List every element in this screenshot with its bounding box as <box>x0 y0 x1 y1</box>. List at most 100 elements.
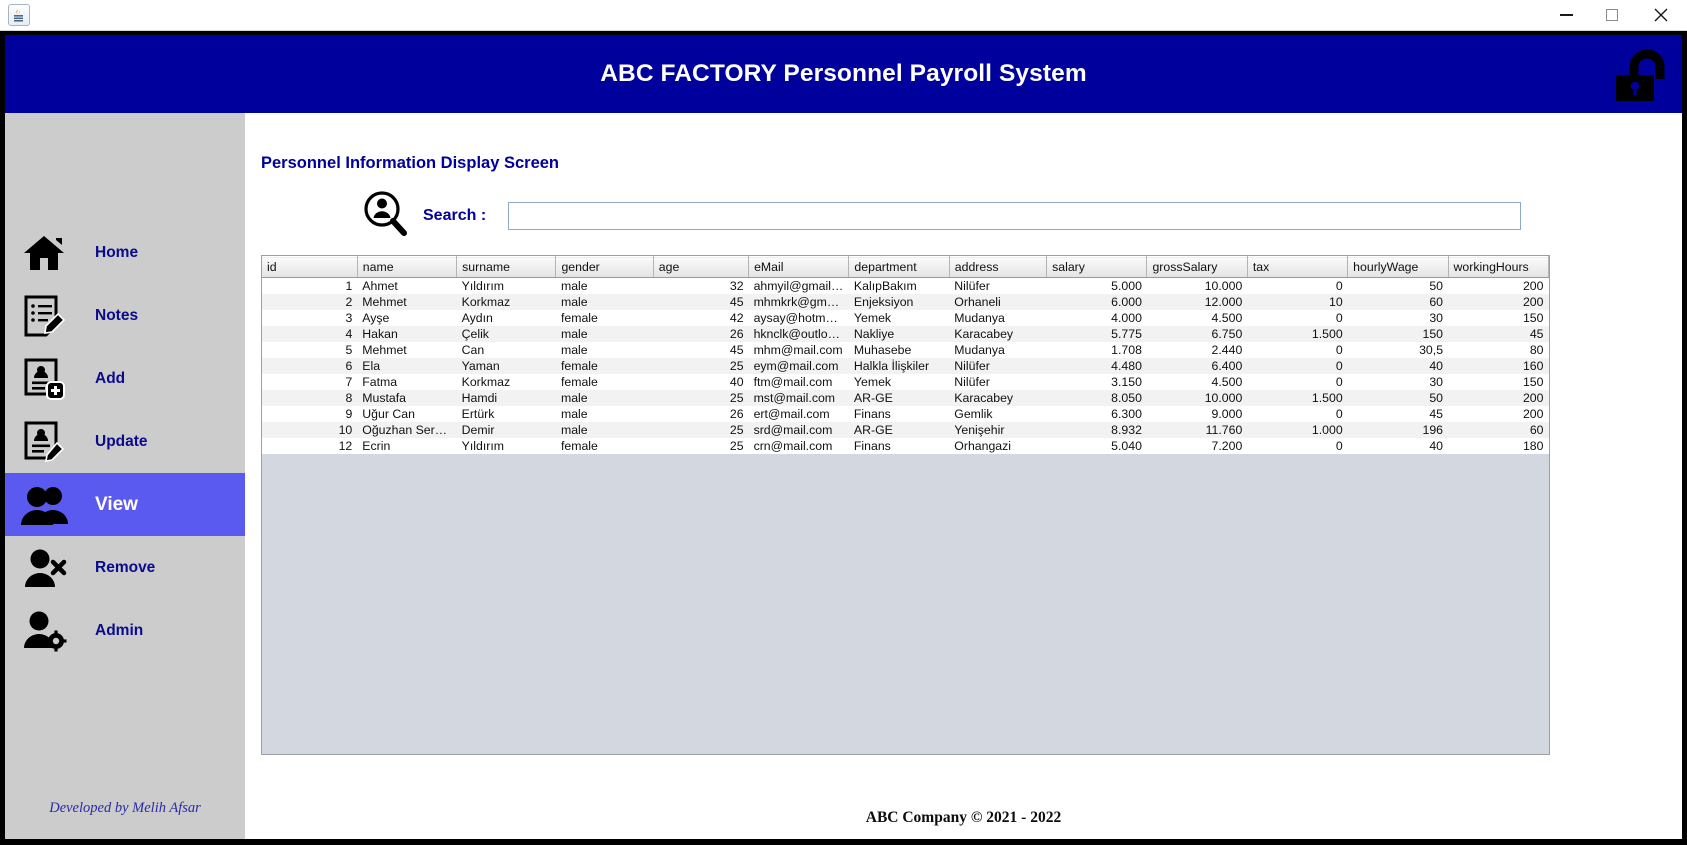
table-row[interactable]: 7 Fatma Korkmaz female 40 ftm@mail.com Yemek Ni… <box>262 374 1549 390</box>
cell-gender: female <box>560 439 598 453</box>
close-icon <box>1654 8 1668 22</box>
table-row[interactable]: 4 Hakan Çelik male 26 hknclk@outlook... Nakliy… <box>262 326 1549 342</box>
sidebar-item-notes[interactable]: Notes <box>5 284 245 347</box>
cell-department: Enjeksiyon <box>853 295 914 309</box>
cell-grossSalary: 4.500 <box>1211 311 1243 325</box>
cell-name: Fatma <box>362 375 398 389</box>
cell-hourlyWage: 45 <box>1429 407 1444 421</box>
cell-id: 6 <box>345 359 353 373</box>
sidebar-item-home[interactable]: Home <box>5 221 245 284</box>
table-header-tax[interactable]: tax <box>1247 256 1349 278</box>
sidebar-item-add[interactable]: Add <box>5 347 245 410</box>
table-row[interactable]: 2 Mehmet Korkmaz male 45 mhmkrk@gmail... Enjek… <box>262 294 1549 310</box>
cell-name: Mehmet <box>362 343 407 357</box>
cell-salary: 1.708 <box>1111 343 1142 357</box>
minimize-icon <box>1559 14 1573 16</box>
cell-surname: Yıldırım <box>461 279 504 293</box>
table-header-surname[interactable]: surname <box>456 256 557 278</box>
sidebar-item-admin[interactable]: Admin <box>5 599 245 662</box>
person-search-icon[interactable] <box>361 189 409 242</box>
cell-eMail: mhmkrk@gmail... <box>753 295 849 309</box>
cell-id: 4 <box>345 327 353 341</box>
sidebar-item-label: Admin <box>95 621 144 639</box>
cell-gender: male <box>560 407 588 421</box>
cell-age: 25 <box>729 423 744 437</box>
cell-tax: 0 <box>1335 343 1343 357</box>
table-row[interactable]: 5 Mehmet Can male 45 mhm@mail.com Muhasebe Muda… <box>262 342 1549 358</box>
notes-edit-icon <box>15 295 73 337</box>
cell-gender: female <box>560 359 598 373</box>
content-area: Personnel Information Display Screen Sea… <box>245 113 1682 839</box>
cell-tax: 0 <box>1335 279 1343 293</box>
table-row[interactable]: 6 Ela Yaman female 25 eym@mail.com Halkla İliş… <box>262 358 1549 374</box>
cell-salary: 5.775 <box>1111 327 1142 341</box>
unlock-icon[interactable] <box>1604 47 1676 113</box>
cell-name: Ecrin <box>362 439 391 453</box>
cell-eMail: mhm@mail.com <box>753 343 843 357</box>
sidebar-item-label: Update <box>95 432 148 450</box>
table-header-id[interactable]: id <box>262 256 358 278</box>
sidebar-item-update[interactable]: Update <box>5 410 245 473</box>
maximize-button[interactable] <box>1589 0 1635 31</box>
cell-salary: 6.000 <box>1111 295 1142 309</box>
cell-tax: 0 <box>1335 375 1343 389</box>
cell-name: Hakan <box>362 327 398 341</box>
cell-age: 32 <box>729 279 744 293</box>
cell-address: Orhaneli <box>954 295 1001 309</box>
cell-department: Nakliye <box>853 327 895 341</box>
cell-name: Mustafa <box>362 391 407 405</box>
cell-grossSalary: 6.400 <box>1211 359 1243 373</box>
personnel-table-panel[interactable]: id name surname gender age eMail department add… <box>261 255 1550 755</box>
minimize-button[interactable] <box>1543 0 1589 31</box>
table-row[interactable]: 12 Ecrin Yıldırım female 25 crn@mail.com Finan… <box>262 438 1549 454</box>
cell-age: 26 <box>729 407 744 421</box>
table-header-name[interactable]: name <box>357 256 458 278</box>
table-header-age[interactable]: age <box>653 256 750 278</box>
close-button[interactable] <box>1635 0 1687 31</box>
table-header-salary[interactable]: salary <box>1046 256 1148 278</box>
table-header-department[interactable]: department <box>848 256 950 278</box>
cell-department: KalıpBakım <box>853 279 917 293</box>
cell-tax: 10 <box>1328 295 1343 309</box>
table-header-grossSalary[interactable]: grossSalary <box>1146 256 1248 278</box>
cell-id: 10 <box>338 423 353 437</box>
table-head: id name surname gender age eMail department add… <box>262 256 1549 278</box>
person-add-icon <box>15 358 73 400</box>
cell-salary: 3.150 <box>1111 375 1142 389</box>
cell-surname: Demir <box>461 423 495 437</box>
table-header-hourlyWage[interactable]: hourlyWage <box>1347 256 1449 278</box>
table-row[interactable]: 10 Oğuzhan Serdar Demir male 25 srd@mail.com A… <box>262 422 1549 438</box>
cell-hourlyWage: 30,5 <box>1419 343 1444 357</box>
table-header-eMail[interactable]: eMail <box>748 256 850 278</box>
cell-hourlyWage: 50 <box>1429 391 1444 405</box>
cell-address: Gemlik <box>954 407 993 421</box>
cell-salary: 5.040 <box>1111 439 1142 453</box>
table-header-address[interactable]: address <box>949 256 1048 278</box>
table-row[interactable]: 1 Ahmet Yıldırım male 32 ahmyil@gmail.c... Kal… <box>262 277 1549 294</box>
cell-workingHours: 160 <box>1522 359 1544 373</box>
table-header-workingHours[interactable]: workingHours <box>1448 256 1549 278</box>
sidebar-item-label: View <box>95 493 138 515</box>
sidebar-item-label: Home <box>95 243 139 261</box>
cell-gender: female <box>560 311 598 325</box>
cell-workingHours: 200 <box>1522 391 1544 405</box>
sidebar-item-view[interactable]: View <box>5 473 245 536</box>
table-header-gender[interactable]: gender <box>555 256 654 278</box>
search-input[interactable] <box>508 201 1522 230</box>
table-row[interactable]: 8 Mustafa Hamdi male 25 mst@mail.com AR-GE Kara… <box>262 390 1549 406</box>
cell-department: Halkla İlişkiler <box>853 359 930 373</box>
app-title: ABC FACTORY Personnel Payroll System <box>600 60 1087 87</box>
table-row[interactable]: 3 Ayşe Aydın female 42 aysay@hotmail... Yemek M… <box>262 310 1549 326</box>
table-row[interactable]: 9 Uğur Can Ertürk male 26 ert@mail.com Finans G… <box>262 406 1549 422</box>
cell-hourlyWage: 30 <box>1429 375 1444 389</box>
sidebar-item-remove[interactable]: Remove <box>5 536 245 599</box>
cell-grossSalary: 12.000 <box>1204 295 1243 309</box>
cell-eMail: ert@mail.com <box>753 407 830 421</box>
application-window: ABC FACTORY Personnel Payroll System Hom… <box>0 0 1687 845</box>
cell-age: 40 <box>729 375 744 389</box>
cell-age: 45 <box>729 295 744 309</box>
cell-address: Nilüfer <box>954 279 990 293</box>
cell-eMail: mst@mail.com <box>753 391 836 405</box>
cell-eMail: ahmyil@gmail.c... <box>753 279 849 293</box>
cell-hourlyWage: 150 <box>1422 327 1444 341</box>
